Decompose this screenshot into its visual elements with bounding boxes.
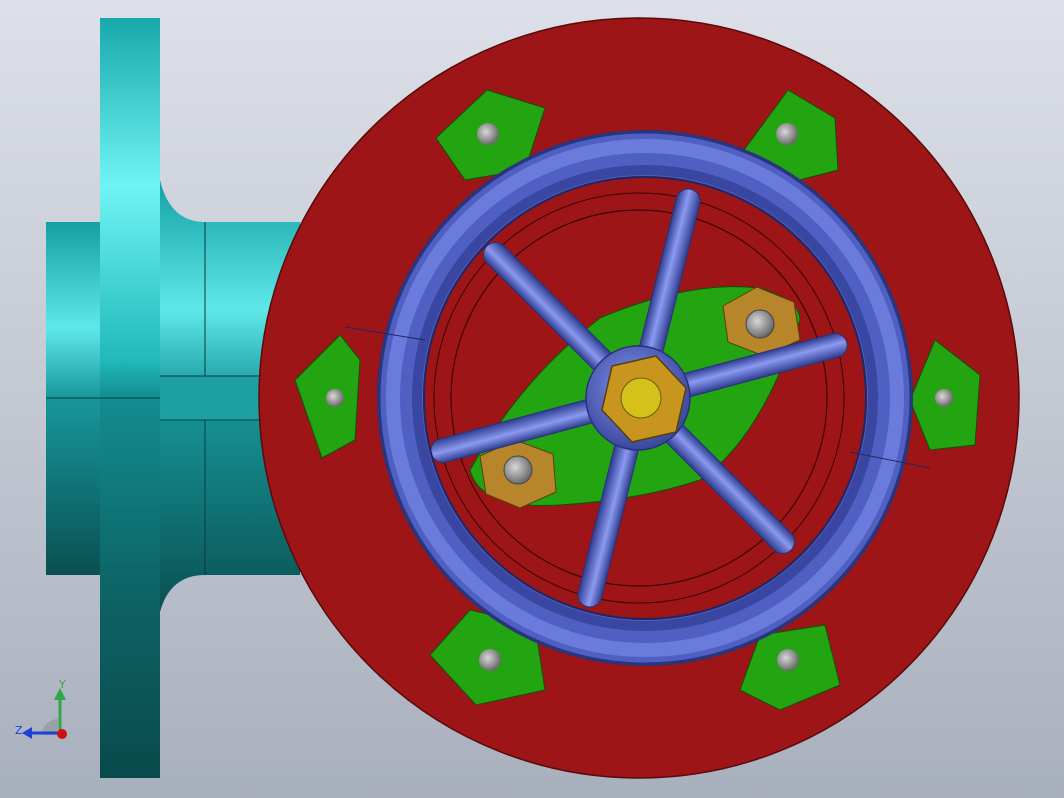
x-axis-dot: [57, 729, 67, 739]
stem-end: [620, 377, 662, 419]
y-axis-label: Y: [58, 678, 66, 691]
z-axis-label: Z: [15, 724, 23, 737]
model-viewport[interactable]: Y Z: [0, 0, 1064, 798]
